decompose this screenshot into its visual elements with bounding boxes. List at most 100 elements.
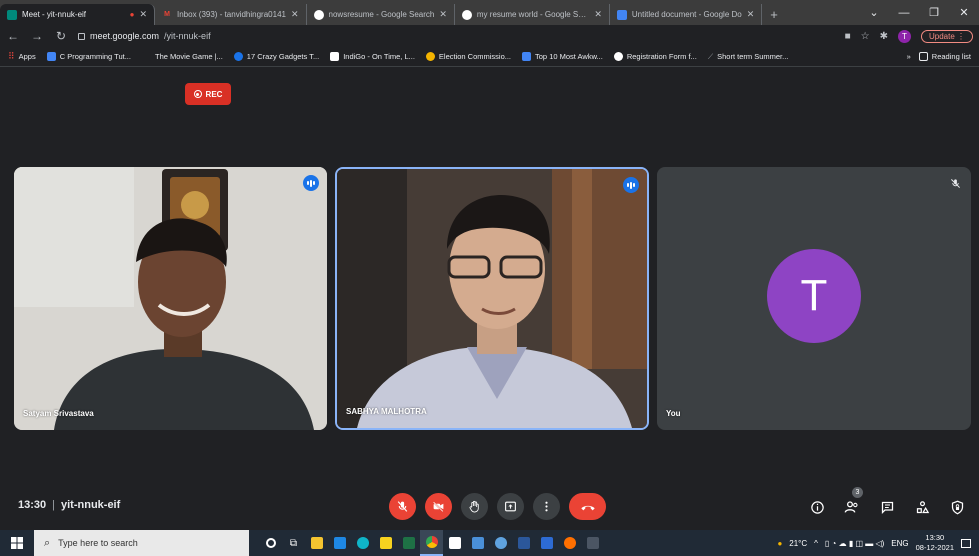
bookmark-favicon-icon: ⟋	[707, 51, 714, 61]
tray-icons[interactable]: ▯ ◔ ☁ ▮ ◫ ▬ ◁)	[825, 539, 884, 548]
tab-title: my resume world - Google Sear	[476, 10, 590, 19]
app-icon[interactable]	[489, 530, 512, 556]
bookmark-item[interactable]: Top 10 Most Awkw...	[522, 52, 603, 61]
weather-icon[interactable]: ●	[777, 539, 782, 548]
tab-title: Untitled document - Google Do	[631, 10, 742, 19]
gmail-favicon-icon: M	[164, 11, 170, 18]
bookmark-item[interactable]: C Programming Tut...	[46, 52, 131, 61]
google-favicon-icon	[461, 9, 472, 20]
host-controls-button[interactable]	[947, 497, 967, 517]
bookmark-item[interactable]: Registration Form f...	[613, 52, 697, 61]
tab-gmail[interactable]: M Inbox (393) - tanvidhingra0141 ✕	[155, 4, 307, 25]
close-tab-icon[interactable]: ✕	[747, 9, 755, 20]
tab-google-docs[interactable]: Untitled document - Google Do ✕	[610, 4, 763, 25]
tray-overflow-icon[interactable]: ^	[814, 539, 818, 548]
mail-icon[interactable]	[328, 530, 351, 556]
participant-tile[interactable]: Satyam Srivastava	[14, 167, 327, 430]
bookmark-apps[interactable]: ⠿ Apps	[8, 51, 36, 62]
file-explorer-icon[interactable]	[305, 530, 328, 556]
chat-button[interactable]	[877, 497, 897, 517]
sticky-notes-icon[interactable]	[374, 530, 397, 556]
camera-toggle-button[interactable]	[425, 493, 452, 520]
bookmark-favicon-icon	[141, 52, 151, 61]
recording-dot-icon: ●	[129, 10, 135, 19]
people-button[interactable]: 3	[842, 487, 863, 517]
bookmark-item[interactable]: ⟋ Short term Summer...	[708, 52, 789, 62]
tab-title: nowsresume - Google Search	[328, 10, 435, 19]
clock[interactable]: 13:30 08-12-2021	[916, 533, 954, 553]
bookmark-favicon-icon	[233, 52, 243, 61]
present-screen-button[interactable]	[497, 493, 524, 520]
taskbar-search[interactable]: ⌕ Type here to search	[34, 530, 249, 556]
camera-app-icon[interactable]	[535, 530, 558, 556]
close-tab-icon[interactable]: ✕	[439, 9, 447, 20]
reading-list-label: Reading list	[931, 52, 971, 61]
participant-name: Satyam Srivastava	[23, 409, 94, 418]
calculator-icon[interactable]	[466, 530, 489, 556]
bookmark-item[interactable]: Election Commissio...	[425, 52, 511, 61]
mic-toggle-button[interactable]	[389, 493, 416, 520]
activities-button[interactable]	[912, 497, 932, 517]
participant-tile-active[interactable]: SABHYA MALHOTRA	[335, 167, 649, 430]
back-icon[interactable]: ←	[6, 29, 20, 43]
close-tab-icon[interactable]: ✕	[291, 9, 299, 20]
profile-avatar[interactable]: T	[897, 29, 911, 43]
browser-app-icon[interactable]	[558, 530, 581, 556]
close-tab-icon[interactable]: ✕	[139, 9, 147, 20]
minimize-icon[interactable]: —	[889, 7, 919, 19]
tab-search-icon[interactable]: ⌄	[859, 6, 889, 19]
url-field[interactable]: meet.google.com/yit-nnuk-eif	[78, 31, 835, 41]
recording-badge: REC	[185, 83, 231, 105]
bookmark-label: C Programming Tut...	[59, 52, 131, 61]
speaking-indicator-icon	[303, 175, 319, 191]
reading-list-button[interactable]: Reading list	[918, 52, 971, 61]
close-window-icon[interactable]: ✕	[949, 6, 979, 19]
new-tab-icon[interactable]: +	[762, 7, 786, 22]
meeting-details-button[interactable]	[807, 497, 827, 517]
reload-icon[interactable]: ↻	[54, 29, 68, 43]
more-bookmarks-icon[interactable]: »	[907, 52, 911, 61]
task-view-icon[interactable]: ⧉	[282, 530, 305, 556]
hang-up-icon	[580, 505, 595, 510]
windows-logo-icon	[11, 537, 23, 549]
tab-title: Inbox (393) - tanvidhingra0141	[177, 10, 286, 19]
leave-call-button[interactable]	[569, 493, 606, 520]
weather-temp[interactable]: 21°C	[789, 539, 807, 548]
meeting-code: yit-nnuk-eif	[61, 499, 121, 511]
tab-google-search-2[interactable]: my resume world - Google Sear ✕	[455, 4, 610, 25]
edge-icon[interactable]	[351, 530, 374, 556]
cortana-icon[interactable]	[259, 530, 282, 556]
bookmark-item[interactable]: The Movie Game |...	[141, 52, 223, 61]
book-app-icon[interactable]	[443, 530, 466, 556]
self-tile[interactable]: T You	[657, 167, 971, 430]
maximize-icon[interactable]: ❐	[919, 6, 949, 19]
lock-icon[interactable]	[78, 32, 85, 40]
word-icon[interactable]	[512, 530, 535, 556]
bookmark-star-icon[interactable]: ☆	[861, 31, 870, 42]
more-options-button[interactable]	[533, 493, 560, 520]
chrome-icon[interactable]	[420, 530, 443, 556]
bookmark-item[interactable]: 17 Crazy Gadgets T...	[233, 52, 319, 61]
notifications-icon[interactable]	[961, 538, 971, 548]
language-indicator[interactable]: ENG	[891, 539, 908, 548]
update-button[interactable]: Update ⋮	[920, 29, 973, 43]
window-controls: ⌄ — ❐ ✕	[859, 0, 979, 25]
speaking-indicator-icon	[623, 177, 639, 193]
terminal-icon[interactable]	[581, 530, 604, 556]
bookmark-favicon-icon	[522, 52, 532, 61]
bookmark-item[interactable]: IndiGo - On Time, L...	[330, 52, 415, 61]
present-icon	[505, 501, 516, 512]
raise-hand-button[interactable]	[461, 493, 488, 520]
forward-icon[interactable]: →	[30, 29, 44, 43]
tab-google-search-1[interactable]: nowsresume - Google Search ✕	[307, 4, 455, 25]
participant-video	[14, 167, 327, 430]
extensions-icon[interactable]: ✱	[880, 31, 888, 42]
mic-muted-icon	[950, 176, 961, 194]
camera-in-use-icon[interactable]: ■	[845, 31, 851, 42]
close-tab-icon[interactable]: ✕	[594, 9, 602, 20]
excel-icon[interactable]	[397, 530, 420, 556]
bookmark-favicon-icon	[46, 52, 56, 61]
start-button[interactable]	[0, 537, 34, 549]
taskbar-apps: ⧉	[259, 530, 604, 556]
tab-meet[interactable]: Meet - yit-nnuk-eif ● ✕	[0, 4, 155, 25]
